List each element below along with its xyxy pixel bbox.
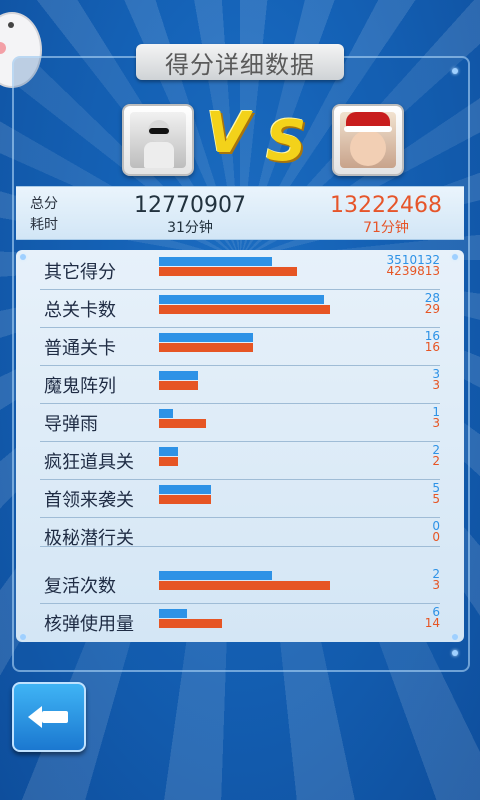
player2-value: 0 (432, 530, 440, 544)
vs-letter-s: S (266, 109, 307, 174)
player2-value: 3 (432, 416, 440, 430)
stat-row: 魔鬼阵列 3 3 (16, 366, 464, 404)
vs-letter-v: V (206, 101, 250, 166)
player1-time: 31分钟 (167, 220, 213, 236)
stat-row: 核弹使用量 6 14 (16, 604, 464, 642)
player1-total-score: 12770907 (134, 193, 246, 218)
page-title: 得分详细数据 (136, 44, 344, 80)
player1-bar (159, 485, 211, 494)
stat-name: 导弹雨 (44, 414, 98, 435)
player1-bar (159, 333, 253, 342)
player1-avatar (122, 104, 194, 176)
frame-rivet-icon (452, 650, 458, 656)
stat-name: 核弹使用量 (44, 614, 134, 635)
player2-value: 3 (432, 578, 440, 592)
player2-value: 16 (424, 340, 440, 354)
stat-row: 总关卡数 28 29 (16, 290, 464, 328)
player2-value: 4239813 (386, 264, 440, 278)
player1-photo (130, 112, 186, 168)
player2-bar (159, 305, 330, 314)
stat-name: 魔鬼阵列 (44, 376, 116, 397)
player2-value: 2 (432, 454, 440, 468)
stat-name: 普通关卡 (44, 338, 116, 359)
stat-name: 疯狂道具关 (44, 452, 134, 473)
frame-rivet-icon (20, 634, 26, 640)
frame-rivet-icon (452, 68, 458, 74)
stat-row: 复活次数 2 3 (16, 566, 464, 604)
player2-bar (159, 419, 206, 428)
player1-bar (159, 371, 198, 380)
player2-bar (159, 267, 297, 276)
back-button[interactable] (12, 682, 86, 752)
player2-time: 71分钟 (363, 220, 409, 236)
stat-row: 其它得分 3510132 4239813 (16, 252, 464, 290)
stat-row: 疯狂道具关 2 2 (16, 442, 464, 480)
player1-bar (159, 295, 324, 304)
score-summary: 总分 耗时 12770907 31分钟 13222468 71分钟 (16, 186, 464, 240)
player2-value: 14 (424, 616, 440, 630)
player1-bar (159, 409, 173, 418)
player2-value: 5 (432, 492, 440, 506)
player2-avatar (332, 104, 404, 176)
player2-photo (340, 112, 396, 168)
stat-name: 首领来袭关 (44, 490, 134, 511)
frame-rivet-icon (20, 254, 26, 260)
stat-row: 首领来袭关 5 5 (16, 480, 464, 518)
stat-name: 其它得分 (44, 262, 116, 283)
stat-name: 复活次数 (44, 576, 116, 597)
player1-bar (159, 609, 187, 618)
total-score-label: 总分 (30, 196, 58, 212)
player2-bar (159, 495, 211, 504)
stats-panel: 其它得分 3510132 4239813 总关卡数 28 29 普通关卡 16 … (16, 250, 464, 642)
stat-row: 极秘潜行关 0 0 (16, 518, 464, 556)
frame-rivet-icon (452, 634, 458, 640)
player2-total-score: 13222468 (330, 193, 442, 218)
back-arrow-icon (28, 706, 42, 728)
player2-bar (159, 581, 330, 590)
player2-value: 29 (424, 302, 440, 316)
player1-bar (159, 257, 272, 266)
player2-value: 3 (432, 378, 440, 392)
player2-bar (159, 457, 178, 466)
stat-row: 普通关卡 16 16 (16, 328, 464, 366)
stat-row: 导弹雨 1 3 (16, 404, 464, 442)
player1-bar (159, 447, 178, 456)
section-divider (40, 546, 440, 547)
time-used-label: 耗时 (30, 217, 58, 233)
player2-bar (159, 343, 253, 352)
player1-bar (159, 571, 272, 580)
stat-name: 总关卡数 (44, 300, 116, 321)
player2-bar (159, 619, 222, 628)
frame-rivet-icon (452, 254, 458, 260)
vs-logo: V S (200, 104, 332, 172)
player2-bar (159, 381, 198, 390)
